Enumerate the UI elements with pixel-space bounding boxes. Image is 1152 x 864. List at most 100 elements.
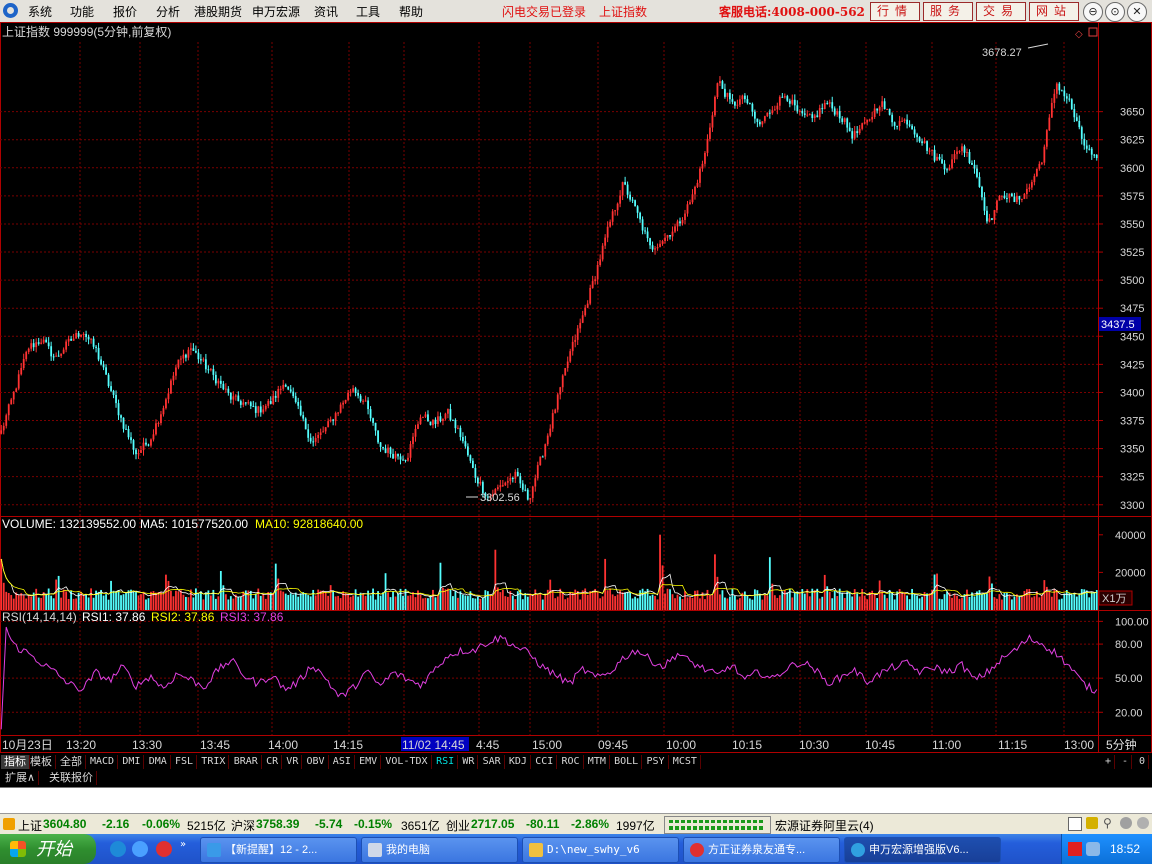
- period-label[interactable]: 5分钟: [1106, 737, 1137, 752]
- volume-bar: [883, 594, 886, 610]
- taskbar-item-1[interactable]: 【新提醒】12 - 2...: [200, 837, 357, 863]
- browser-icon[interactable]: [132, 841, 148, 857]
- candle-body: [1065, 96, 1068, 99]
- cy-index-value[interactable]: 2717.05: [471, 817, 514, 831]
- diamond-icon[interactable]: ◇: [1075, 29, 1083, 40]
- expand-toggle[interactable]: 扩展∧: [2, 771, 40, 785]
- candle-body: [394, 453, 397, 459]
- quotes-button[interactable]: 行情: [870, 2, 920, 21]
- candle-body: [958, 151, 961, 153]
- volume-label: VOLUME: 132139552.00: [2, 517, 136, 531]
- indicator-tab-cr[interactable]: CR: [263, 755, 283, 769]
- user-icon[interactable]: [1120, 817, 1132, 829]
- volume-bar: [324, 591, 327, 610]
- candle-body: [706, 138, 709, 153]
- service-button[interactable]: 服务: [923, 2, 973, 21]
- indicator-tab-brar[interactable]: BRAR: [231, 755, 262, 769]
- tray-flag-icon[interactable]: [1068, 842, 1082, 856]
- indicator-tab-vol-tdx[interactable]: VOL-TDX: [382, 755, 432, 769]
- indicator-tab-mcst[interactable]: MCST: [670, 755, 701, 769]
- volume-bar: [389, 597, 392, 610]
- menu-help[interactable]: 帮助: [399, 3, 423, 20]
- tray-shield-icon[interactable]: [1086, 842, 1100, 856]
- indicator-tab-cci[interactable]: CCI: [532, 755, 558, 769]
- indicator-tab-dmi[interactable]: DMI: [119, 755, 145, 769]
- close-icon[interactable]: ✕: [1127, 2, 1147, 22]
- broker-server[interactable]: 宏源证券阿里云(4): [775, 817, 874, 834]
- signal-icon[interactable]: ⚲: [1103, 816, 1112, 830]
- candle-body: [127, 429, 130, 438]
- website-button[interactable]: 网站: [1029, 2, 1079, 21]
- candle-body: [407, 457, 409, 461]
- indicator-tab-asi[interactable]: ASI: [330, 755, 355, 769]
- indicator-tab-模板[interactable]: 模板: [27, 755, 56, 769]
- hs-index-value[interactable]: 3758.39: [256, 817, 299, 831]
- clock[interactable]: 18:52: [1110, 842, 1140, 856]
- indicator-tab-rsi[interactable]: RSI: [433, 755, 459, 769]
- cy-index-change: -80.11: [526, 817, 560, 831]
- x-tick-label: 11/02 14:45: [402, 738, 465, 752]
- volume-bar: [257, 588, 260, 610]
- restore-icon[interactable]: ⊙: [1105, 2, 1125, 22]
- indicator-tab-vr[interactable]: VR: [283, 755, 303, 769]
- menu-analysis[interactable]: 分析: [156, 3, 180, 20]
- indicator-tab-boll[interactable]: BOLL: [611, 755, 643, 769]
- window-icon[interactable]: [1068, 817, 1082, 831]
- candle-body: [70, 338, 73, 341]
- start-button[interactable]: 开始: [0, 834, 96, 864]
- indicator-tab-dma[interactable]: DMA: [146, 755, 171, 769]
- quicklaunch-more-icon[interactable]: »: [180, 839, 186, 850]
- menu-function[interactable]: 功能: [70, 3, 94, 20]
- candle-body: [903, 119, 906, 121]
- volume-bar: [237, 596, 240, 610]
- candle-body: [796, 105, 799, 112]
- indicator-tab-sar[interactable]: SAR: [480, 755, 505, 769]
- minimize-icon[interactable]: ⊖: [1083, 2, 1103, 22]
- indicator-tab-指标[interactable]: 指标: [1, 755, 30, 769]
- chrome-icon[interactable]: [156, 841, 172, 857]
- taskbar-item-5[interactable]: 申万宏源增强版V6...: [844, 837, 1001, 863]
- taskbar-item-2[interactable]: 我的电脑: [361, 837, 518, 863]
- candle-body: [197, 352, 200, 360]
- sh-index-value[interactable]: 3604.80: [43, 817, 86, 831]
- indicator-tab-roc[interactable]: ROC: [559, 755, 584, 769]
- indicator-tab-trix[interactable]: TRIX: [198, 755, 230, 769]
- candle-body: [10, 399, 13, 405]
- indicator-tab-全部[interactable]: 全部: [57, 755, 86, 769]
- kline-chart[interactable]: 3300 3325 3350 3375 3400 3425 3450 3475 3500 3525…: [0, 22, 1152, 753]
- candle-body: [699, 168, 701, 183]
- menu-system[interactable]: 系统: [28, 3, 52, 20]
- add-indicator-button[interactable]: +: [1102, 755, 1116, 769]
- indicator-tab-kdj[interactable]: KDJ: [506, 755, 531, 769]
- volume-bar: [1093, 592, 1096, 610]
- indicator-tab-mtm[interactable]: MTM: [585, 755, 610, 769]
- indicator-tab-macd[interactable]: MACD: [87, 755, 119, 769]
- menu-quote[interactable]: 报价: [113, 3, 137, 20]
- indicator-tab-wr[interactable]: WR: [459, 755, 479, 769]
- indicator-tab-obv[interactable]: OBV: [304, 755, 329, 769]
- flash-trade-status[interactable]: 闪电交易已登录: [502, 3, 586, 20]
- settings-icon[interactable]: [1137, 817, 1149, 829]
- taskbar-item-4[interactable]: 方正证券泉友通专...: [683, 837, 840, 863]
- volume-bar: [634, 596, 636, 610]
- lock-icon[interactable]: [1086, 817, 1098, 829]
- candle-body: [190, 348, 192, 350]
- remove-indicator-button[interactable]: -: [1119, 755, 1133, 769]
- volume-bar: [314, 595, 317, 610]
- maximize-pane-icon[interactable]: [1088, 27, 1098, 37]
- indicator-tab-psy[interactable]: PSY: [644, 755, 669, 769]
- menu-hk-futures[interactable]: 港股期货: [194, 3, 242, 20]
- indicator-tab-fsl[interactable]: FSL: [172, 755, 198, 769]
- trade-button[interactable]: 交易: [976, 2, 1026, 21]
- taskbar-item-3[interactable]: D:\new_swhy_v6: [522, 837, 679, 863]
- menu-swhy[interactable]: 申万宏源: [252, 3, 300, 20]
- ie-icon[interactable]: [110, 841, 126, 857]
- menu-tools[interactable]: 工具: [356, 3, 380, 20]
- candle-body: [372, 418, 374, 423]
- related-quotes-tab[interactable]: 关联报价: [46, 771, 97, 785]
- indicator-tab-emv[interactable]: EMV: [356, 755, 382, 769]
- reset-indicator-button[interactable]: 0: [1136, 755, 1150, 769]
- x-tick-label: 09:45: [598, 738, 628, 752]
- candle-body: [599, 259, 602, 266]
- menu-news[interactable]: 资讯: [314, 3, 338, 20]
